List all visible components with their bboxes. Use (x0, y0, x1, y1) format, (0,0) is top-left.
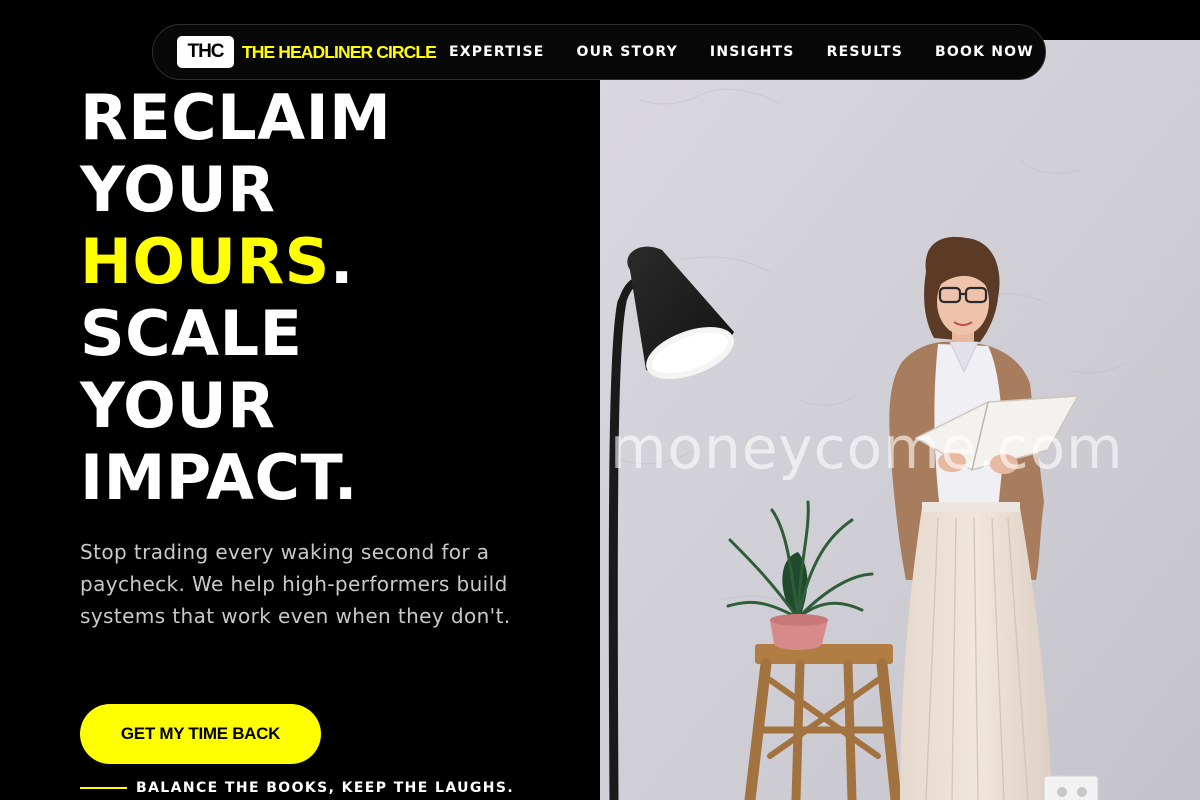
hero-subtext: Stop trading every waking second for a p… (80, 540, 511, 628)
hero-image: moneycome.com (600, 40, 1200, 800)
headline-accent-period: . (329, 225, 354, 298)
tagline-row: BALANCE THE BOOKS, KEEP THE LAUGHS. (80, 780, 514, 796)
nav-link-expertise[interactable]: EXPERTISE (449, 44, 545, 60)
main-nav: THC THE HEADLINER CIRCLE EXPERTISE OUR S… (152, 24, 1046, 80)
nav-links: EXPERTISE OUR STORY INSIGHTS RESULTS BOO… (449, 44, 1034, 60)
outlet-illustration (1043, 775, 1099, 800)
tagline-text: BALANCE THE BOOKS, KEEP THE LAUGHS. (136, 780, 515, 796)
headline-accent-word: HOURS (80, 225, 330, 298)
nav-link-results[interactable]: RESULTS (827, 44, 903, 60)
page: moneycome.com THC THE HEADLINER CIRCLE E… (0, 0, 1200, 800)
nav-link-book-now[interactable]: BOOK NOW (935, 44, 1034, 60)
headline-line-4: SCALE (80, 297, 303, 370)
hero-photo-illustration: moneycome.com (600, 40, 1200, 800)
nav-link-our-story[interactable]: OUR STORY (577, 44, 678, 60)
nav-link-insights[interactable]: INSIGHTS (710, 44, 795, 60)
headline-line-5: YOUR (80, 369, 276, 442)
watermark-text: moneycome.com (610, 414, 1124, 482)
tagline-divider (80, 787, 127, 789)
headline-line-2: YOUR (80, 153, 276, 226)
logo-wordmark: THE HEADLINER CIRCLE (242, 41, 437, 62)
logo-link[interactable]: THC THE HEADLINER CIRCLE (177, 36, 437, 68)
logo-badge: THC (177, 36, 234, 68)
hero-headline: RECLAIM YOUR HOURS. SCALE YOUR IMPACT. (80, 82, 391, 514)
headline-line-6: IMPACT. (80, 441, 358, 514)
get-my-time-back-button[interactable]: GET MY TIME BACK (80, 704, 321, 764)
headline-line-3: HOURS. (80, 226, 391, 298)
headline-line-1: RECLAIM (80, 81, 392, 154)
